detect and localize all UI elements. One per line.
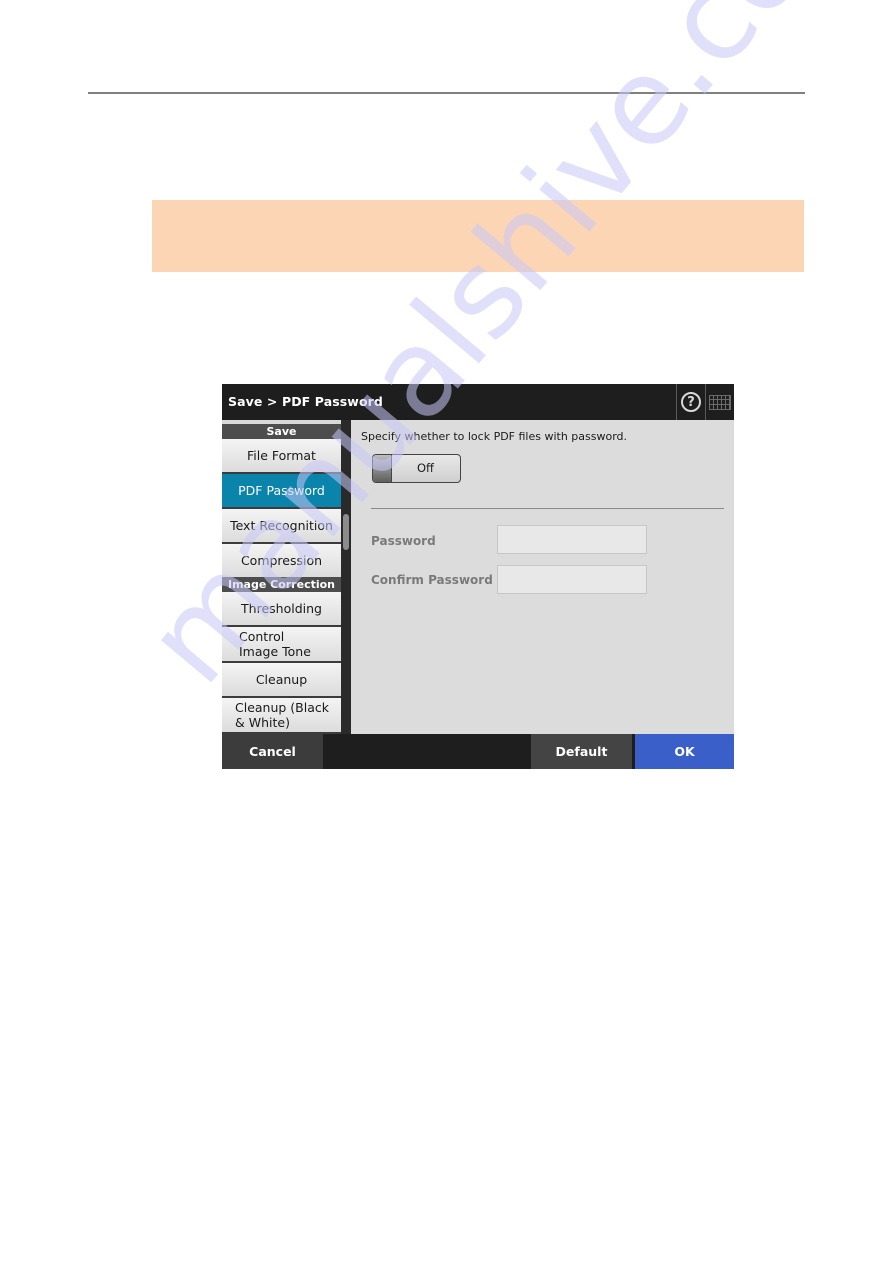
help-icon: ? xyxy=(681,392,701,412)
cancel-button[interactable]: Cancel xyxy=(222,734,323,769)
password-label: Password xyxy=(371,534,436,548)
lock-prompt: Specify whether to lock PDF files with p… xyxy=(361,430,628,443)
ok-button[interactable]: OK xyxy=(635,734,734,769)
titlebar: Save > PDF Password ? xyxy=(222,384,734,420)
sidebar-item-compression[interactable]: Compression xyxy=(222,544,341,577)
default-button[interactable]: Default xyxy=(531,734,632,769)
divider xyxy=(371,508,724,509)
screen-title: Save > PDF Password xyxy=(228,394,383,409)
password-field[interactable] xyxy=(497,525,647,554)
keyboard-icon xyxy=(709,394,731,410)
sidebar-item-label: Cleanup (Black & White) xyxy=(235,700,330,730)
sidebar-item-control-image-tone[interactable]: Control Image Tone xyxy=(222,627,341,661)
keyboard-button[interactable] xyxy=(705,384,734,420)
help-button[interactable]: ? xyxy=(676,384,705,420)
scanner-settings-screen: Save > PDF Password ? Save File Format P… xyxy=(222,384,734,769)
sidebar-item-cleanup[interactable]: Cleanup xyxy=(222,663,341,696)
confirm-password-label: Confirm Password xyxy=(371,573,493,587)
sidebar-item-file-format[interactable]: File Format xyxy=(222,439,341,472)
sidebar-item-thresholding[interactable]: Thresholding xyxy=(222,592,341,625)
toggle-knob[interactable] xyxy=(373,455,392,482)
page-header-rule xyxy=(88,92,805,94)
sidebar-scrollbar[interactable] xyxy=(341,420,351,734)
pdf-password-toggle[interactable]: Off xyxy=(372,454,461,483)
sidebar-section-save: Save xyxy=(222,420,341,439)
note-box xyxy=(152,200,804,272)
confirm-password-field[interactable] xyxy=(497,565,647,594)
sidebar-item-pdf-password[interactable]: PDF Password xyxy=(222,474,341,507)
sidebar-item-label: Control Image Tone xyxy=(239,629,311,659)
toggle-label: Off xyxy=(417,461,434,475)
content-panel: Specify whether to lock PDF files with p… xyxy=(351,420,734,734)
sidebar-item-cleanup-bw[interactable]: Cleanup (Black & White) xyxy=(222,698,341,732)
sidebar: Save File Format PDF Password Text Recog… xyxy=(222,420,341,734)
button-bar: Cancel Default OK xyxy=(222,734,734,769)
sidebar-item-text-recognition[interactable]: Text Recognition xyxy=(222,509,341,542)
scrollbar-thumb[interactable] xyxy=(343,514,349,550)
sidebar-section-image-correction: Image Correction xyxy=(222,577,341,592)
